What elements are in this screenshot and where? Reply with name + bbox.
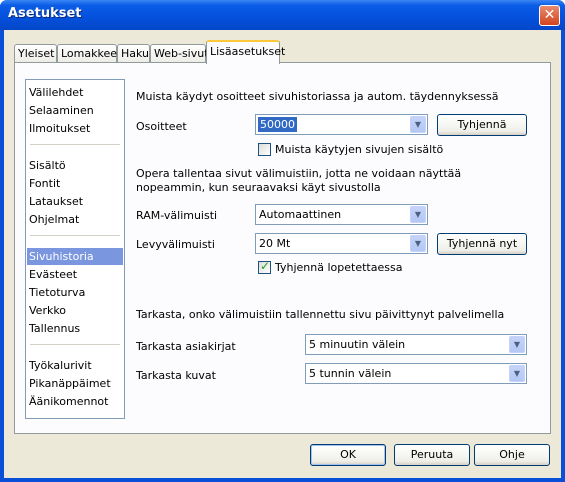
tab-web-pages[interactable]: Web-sivut [150,44,209,63]
window-title: Asetukset [8,6,82,21]
check-images-dropdown[interactable]: 5 tunnin välein ▼ [305,363,527,384]
category-item[interactable]: Välilehdet [27,84,123,101]
ram-cache-label: RAM-välimuisti [136,209,218,222]
category-item[interactable]: Tallennus [27,320,123,337]
addresses-value: 50000 [258,117,297,132]
chevron-down-icon[interactable]: ▼ [509,336,525,353]
disk-cache-value: 20 Mt [259,237,291,250]
remember-content-checkbox[interactable] [258,143,271,156]
dialog-client-area: Yleiset Lomakkeet Haku Web-sivut Lisäase… [4,30,561,478]
help-button[interactable]: Ohje [474,444,550,466]
clear-on-exit-checkbox[interactable] [258,259,271,274]
ok-button[interactable]: OK [310,444,386,466]
clear-history-button[interactable]: Tyhjennä [437,114,527,136]
category-item[interactable]: Työkalurivit [27,357,123,374]
category-item[interactable]: Äänikomennot [27,393,123,410]
tab-general[interactable]: Yleiset [14,44,57,63]
cancel-button[interactable]: Peruuta [394,444,470,466]
category-item[interactable]: Evästeet [27,266,123,283]
tab-advanced[interactable]: Lisäasetukset [206,40,285,64]
cache-description-line1: Opera tallentaa sivut välimuistiin, jott… [136,167,462,180]
chevron-down-icon[interactable]: ▼ [410,206,426,223]
title-bar[interactable]: Asetukset ✕ [0,0,565,30]
chevron-down-icon[interactable]: ▼ [410,235,426,252]
advanced-tab-panel: Välilehdet Selaaminen Ilmoitukset Sisältö Fo… [14,62,551,434]
category-item[interactable]: Pikanäppäimet [27,375,123,392]
list-separator [30,235,120,236]
chevron-down-icon[interactable]: ▼ [509,365,525,382]
tab-search[interactable]: Haku [117,44,150,63]
clear-on-exit-label: Tyhjennä lopetettaessa [275,261,403,274]
disk-cache-dropdown[interactable]: 20 Mt ▼ [255,233,428,254]
close-button[interactable]: ✕ [539,5,560,26]
category-item[interactable]: Ohjelmat [27,211,123,228]
category-item[interactable]: Lataukset [27,193,123,210]
remember-content-label: Muista käytyjen sivujen sisältö [275,143,444,156]
category-item[interactable]: Verkko [27,302,123,319]
settings-dialog: Asetukset ✕ Yleiset Lomakkeet Haku Web-s… [0,0,565,482]
history-heading: Muista käydyt osoitteet sivuhistoriassa … [136,90,499,103]
addresses-label: Osoitteet [136,120,187,133]
check-heading: Tarkasta, onko välimuistiin tallennettu … [136,308,505,321]
chevron-down-icon[interactable]: ▼ [410,116,426,133]
category-item[interactable]: Selaaminen [27,102,123,119]
addresses-dropdown[interactable]: 50000 ▼ [255,114,428,135]
tab-forms[interactable]: Lomakkeet [57,44,121,63]
list-separator [30,344,120,345]
category-list[interactable]: Välilehdet Selaaminen Ilmoitukset Sisältö Fo… [25,79,125,419]
close-icon: ✕ [543,7,556,23]
category-item[interactable]: Sisältö [27,157,123,174]
check-images-value: 5 tunnin välein [309,367,392,380]
category-item[interactable]: Ilmoitukset [27,120,123,137]
ram-cache-dropdown[interactable]: Automaattinen ▼ [255,204,428,225]
category-item[interactable]: Sivuhistoria [27,248,123,265]
disk-cache-label: Levyvälimuisti [136,238,215,251]
list-separator [30,144,120,145]
category-item[interactable]: Tietoturva [27,284,123,301]
category-item[interactable]: Fontit [27,175,123,192]
cache-description-line2: nopeammin, kun seuraavaksi käyt sivustol… [136,181,381,194]
check-documents-value: 5 minuutin välein [309,338,406,351]
check-documents-dropdown[interactable]: 5 minuutin välein ▼ [305,334,527,355]
ram-cache-value: Automaattinen [259,208,342,221]
clear-cache-now-button[interactable]: Tyhjennä nyt [437,233,527,255]
check-documents-label: Tarkasta asiakirjat [136,340,236,353]
check-images-label: Tarkasta kuvat [136,369,216,382]
